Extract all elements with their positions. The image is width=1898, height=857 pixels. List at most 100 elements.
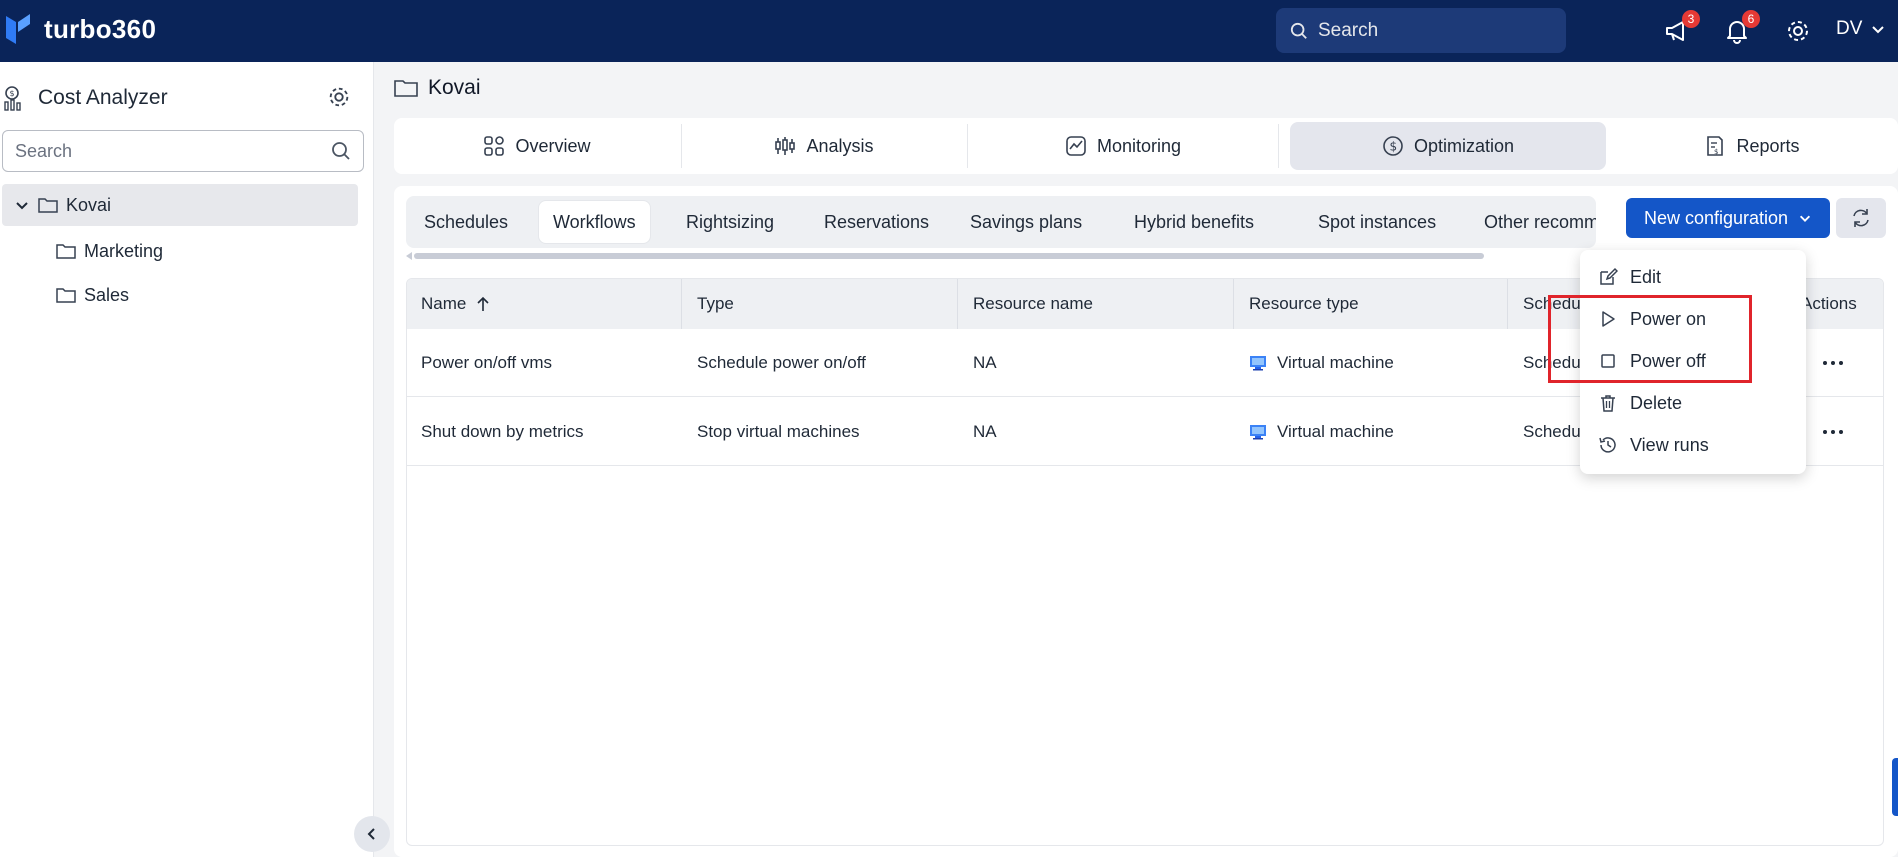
column-label: Resource type <box>1249 294 1359 313</box>
column-header-name[interactable]: Name <box>421 279 490 329</box>
sub-tab-label: Workflows <box>553 211 636 232</box>
tab-overview[interactable]: Overview <box>394 122 680 170</box>
dollar-circle-icon: $ <box>1383 136 1403 156</box>
announcements-button[interactable]: 3 <box>1660 10 1700 48</box>
tab-optimization[interactable]: $ Optimization <box>1290 122 1606 170</box>
menu-item-view-runs[interactable]: View runs <box>1598 430 1709 460</box>
app-name: turbo360 <box>44 13 157 44</box>
cell-resource-type: Virtual machine <box>1249 329 1394 397</box>
cell-resource-type: Virtual machine <box>1249 398 1394 466</box>
cell-type: Stop virtual machines <box>697 422 860 441</box>
edit-icon <box>1600 267 1618 285</box>
tab-label: Monitoring <box>1096 135 1182 156</box>
monitoring-icon <box>1066 136 1086 156</box>
sub-tab-label: Schedules <box>424 211 509 232</box>
column-divider <box>957 279 958 329</box>
chevron-down-icon[interactable] <box>14 197 30 213</box>
refresh-button[interactable] <box>1836 198 1886 238</box>
virtual-machine-icon <box>1250 425 1266 440</box>
notifications-button[interactable]: 6 <box>1720 10 1760 48</box>
column-divider <box>1507 279 1508 329</box>
sub-tabs-scrollbar[interactable] <box>406 252 1596 260</box>
column-header-resource-name[interactable]: Resource name <box>973 279 1093 329</box>
feedback-edge-tab[interactable] <box>1892 758 1898 816</box>
scrollbar-thumb[interactable] <box>414 253 1484 259</box>
tree-item-label: Sales <box>84 284 130 305</box>
sidebar-search-placeholder: Search <box>15 140 73 161</box>
sub-tab-savings-plans[interactable]: Savings plans <box>970 200 1082 244</box>
column-label: Resource name <box>973 294 1094 313</box>
sub-tab-label: Savings plans <box>970 211 1083 232</box>
cell-resource-name: NA <box>973 422 997 441</box>
row-actions-button[interactable] <box>1823 329 1843 397</box>
tab-analysis[interactable]: Analysis <box>682 122 966 170</box>
new-configuration-label: New configuration <box>1643 207 1789 228</box>
chevron-down-icon <box>1799 215 1811 222</box>
more-dot <box>1823 430 1827 434</box>
tab-label: Analysis <box>806 135 874 156</box>
svg-text:$: $ <box>1714 148 1718 156</box>
tree-item-kovai[interactable]: Kovai <box>2 184 358 226</box>
sidebar-header: $ Cost Analyzer <box>0 80 374 116</box>
tree-item-marketing[interactable]: Marketing <box>56 236 163 266</box>
user-initials: DV <box>1836 18 1863 39</box>
tab-label: Optimization <box>1413 135 1515 156</box>
row-actions-button[interactable] <box>1823 398 1843 466</box>
refresh-icon <box>1853 209 1869 227</box>
sub-tab-other-recommendations[interactable]: Other recomm <box>1484 200 1596 244</box>
turbo360-logo-icon <box>6 14 30 44</box>
tree-item-label: Marketing <box>84 240 164 261</box>
sub-tab-spot-instances[interactable]: Spot instances <box>1318 200 1436 244</box>
cost-analyzer-icon: $ <box>4 86 21 111</box>
sub-tab-reservations[interactable]: Reservations <box>824 200 929 244</box>
menu-item-edit[interactable]: Edit <box>1598 262 1661 292</box>
breadcrumb: Kovai <box>394 76 481 100</box>
settings-button[interactable] <box>1781 14 1815 48</box>
sub-tab-rightsizing[interactable]: Rightsizing <box>686 200 774 244</box>
search-icon <box>332 142 350 160</box>
analysis-icon <box>775 137 796 155</box>
sidebar-search-input[interactable]: Search <box>2 130 364 172</box>
notifications-badge: 6 <box>1742 10 1760 28</box>
user-menu[interactable]: DV <box>1836 18 1886 40</box>
trash-icon <box>1601 395 1615 412</box>
column-header-type[interactable]: Type <box>697 279 734 329</box>
tab-divider <box>1278 124 1279 168</box>
column-divider <box>681 279 682 329</box>
menu-item-label: Edit <box>1630 266 1662 287</box>
sub-tab-label: Hybrid benefits <box>1134 211 1255 232</box>
grid-icon <box>484 136 505 156</box>
global-search-input[interactable]: Search <box>1276 8 1566 53</box>
scroll-left-arrow-icon[interactable] <box>406 252 412 260</box>
new-configuration-button[interactable]: New configuration <box>1626 198 1830 238</box>
more-dot <box>1839 430 1843 434</box>
history-icon <box>1599 437 1616 453</box>
cell-name: Shut down by metrics <box>421 422 584 441</box>
sub-tab-workflows[interactable]: Workflows <box>538 200 651 244</box>
annotation-highlight-box <box>1548 295 1752 383</box>
folder-icon <box>56 288 76 303</box>
report-icon: $ <box>1707 136 1724 156</box>
cell-resource-name: NA <box>973 353 997 372</box>
page-title: Kovai <box>428 76 481 99</box>
sub-tab-hybrid-benefits[interactable]: Hybrid benefits <box>1134 200 1254 244</box>
collapse-sidebar-button[interactable] <box>354 816 390 852</box>
chevron-left-icon <box>367 828 375 840</box>
sort-ascending-icon[interactable] <box>476 296 490 312</box>
svg-text:$: $ <box>10 89 15 98</box>
svg-text:$: $ <box>1389 140 1397 154</box>
tree-item-sales[interactable]: Sales <box>56 280 129 310</box>
column-header-resource-type[interactable]: Resource type <box>1249 279 1359 329</box>
app-logo[interactable]: turbo360 <box>4 12 156 46</box>
column-label: Actions <box>1801 294 1857 313</box>
tab-reports[interactable]: $ Reports <box>1606 122 1898 170</box>
tab-monitoring[interactable]: Monitoring <box>968 122 1278 170</box>
more-dot <box>1823 361 1827 365</box>
menu-item-delete[interactable]: Delete <box>1598 388 1682 418</box>
sub-tab-schedules[interactable]: Schedules <box>424 200 508 244</box>
sidebar-title: Cost Analyzer <box>38 86 168 109</box>
sidebar-settings-icon[interactable] <box>326 84 352 110</box>
more-dot <box>1831 430 1835 434</box>
cell-name: Power on/off vms <box>421 353 553 372</box>
cell-schedule: Schedu <box>1523 422 1581 441</box>
